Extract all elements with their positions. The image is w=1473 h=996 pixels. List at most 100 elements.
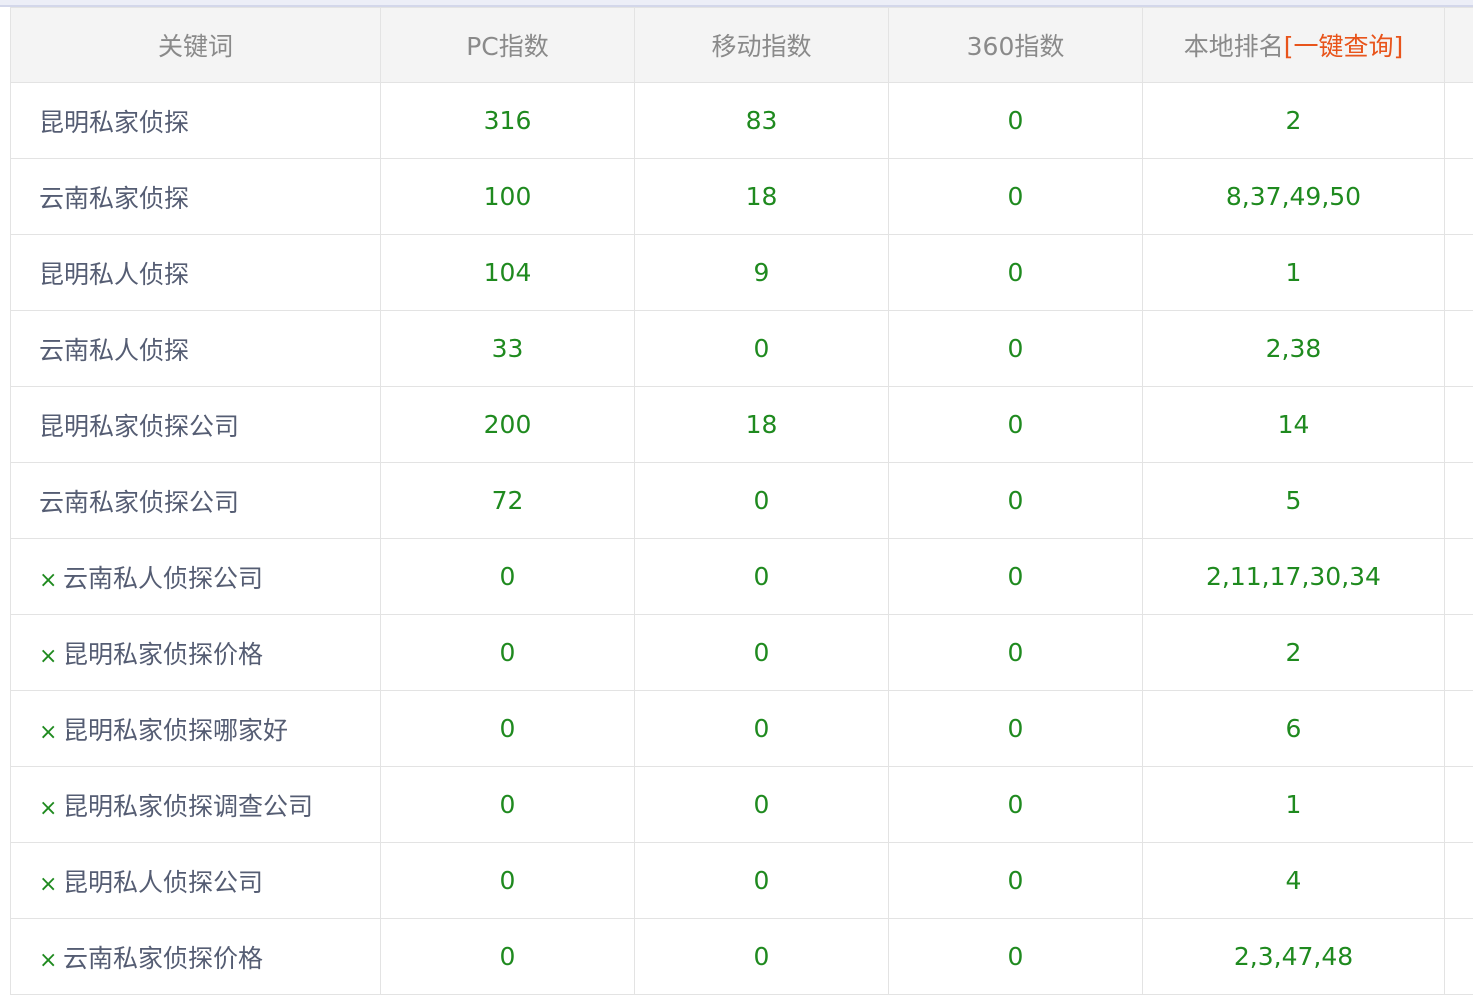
keyword-cell: 云南私人侦探 [10,310,381,387]
pc-index-cell: 316 [380,82,635,159]
extra-cell [1444,842,1473,919]
mobile-index-cell: 0 [634,918,889,995]
mobile-index-cell: 0 [634,310,889,387]
pc-index-cell: 0 [380,842,635,919]
mobile-index-cell: 0 [634,766,889,843]
pc-index-cell: 104 [380,234,635,311]
extra-cell [1444,462,1473,539]
table-row: 云南私家侦探公司 72 0 0 5 [10,462,1473,539]
mobile-index-cell: 0 [634,538,889,615]
index-360-cell: 0 [888,386,1143,463]
local-rank-cell: 14 [1142,386,1445,463]
keyword-cell: × 云南私家侦探价格 [10,918,381,995]
extra-cell [1444,386,1473,463]
keyword-text: 云南私人侦探公司 [63,563,264,593]
keyword-cell: × 昆明私人侦探公司 [10,842,381,919]
extra-cell [1444,538,1473,615]
index-360-cell: 0 [888,462,1143,539]
header-extra-column [1444,7,1473,83]
mobile-index-cell: 0 [634,614,889,691]
remove-icon[interactable]: × [39,796,57,821]
local-rank-cell: 2,38 [1142,310,1445,387]
keyword-cell: 云南私家侦探 [10,158,381,235]
pc-index-cell: 72 [380,462,635,539]
header-local-rank: 本地排名[一键查询] [1142,7,1445,83]
remove-icon[interactable]: × [39,948,57,973]
mobile-index-cell: 18 [634,158,889,235]
keyword-cell: 云南私家侦探公司 [10,462,381,539]
mobile-index-cell: 83 [634,82,889,159]
top-bar [0,0,1473,7]
extra-cell [1444,234,1473,311]
local-rank-cell: 1 [1142,766,1445,843]
pc-index-cell: 33 [380,310,635,387]
keyword-text: 云南私家侦探公司 [39,487,240,517]
index-360-cell: 0 [888,766,1143,843]
extra-cell [1444,918,1473,995]
index-360-cell: 0 [888,690,1143,767]
keyword-cell: × 昆明私家侦探哪家好 [10,690,381,767]
remove-icon[interactable]: × [39,644,57,669]
index-360-cell: 0 [888,310,1143,387]
local-rank-cell: 5 [1142,462,1445,539]
keyword-text: 昆明私家侦探 [39,107,190,137]
keyword-cell: × 昆明私家侦探价格 [10,614,381,691]
index-360-cell: 0 [888,158,1143,235]
keyword-text: 昆明私人侦探 [39,259,190,289]
table-body: 昆明私家侦探 316 83 0 2 云南私家侦探 100 18 0 8,37,49,50 昆明私人侦… [10,82,1473,995]
mobile-index-cell: 9 [634,234,889,311]
remove-icon[interactable]: × [39,568,57,593]
extra-cell [1444,310,1473,387]
table-row: 云南私人侦探 33 0 0 2,38 [10,310,1473,387]
keyword-text: 昆明私人侦探公司 [63,867,264,897]
index-360-cell: 0 [888,234,1143,311]
header-mobile-index: 移动指数 [634,7,889,83]
table-row: × 昆明私家侦探调查公司 0 0 0 1 [10,766,1473,843]
keyword-cell: × 云南私人侦探公司 [10,538,381,615]
pc-index-cell: 0 [380,614,635,691]
index-360-cell: 0 [888,918,1143,995]
keyword-text: 昆明私家侦探调查公司 [63,791,314,821]
keyword-cell: × 昆明私家侦探调查公司 [10,766,381,843]
index-360-cell: 0 [888,614,1143,691]
extra-cell [1444,614,1473,691]
keyword-text: 昆明私家侦探公司 [39,411,240,441]
table-row: × 昆明私人侦探公司 0 0 0 4 [10,842,1473,919]
extra-cell [1444,766,1473,843]
remove-icon[interactable]: × [39,872,57,897]
local-rank-cell: 2 [1142,82,1445,159]
table-row: × 云南私人侦探公司 0 0 0 2,11,17,30,34 [10,538,1473,615]
mobile-index-cell: 18 [634,386,889,463]
local-rank-cell: 6 [1142,690,1445,767]
local-rank-cell: 1 [1142,234,1445,311]
keyword-table-container: 关键词 PC指数 移动指数 360指数 本地排名[一键查询] 昆明私家侦探 316… [10,7,1473,996]
pc-index-cell: 0 [380,690,635,767]
pc-index-cell: 0 [380,766,635,843]
extra-cell [1444,158,1473,235]
keyword-text: 云南私家侦探价格 [63,943,264,973]
keyword-text: 云南私人侦探 [39,335,190,365]
table-header-row: 关键词 PC指数 移动指数 360指数 本地排名[一键查询] [10,7,1473,83]
header-local-rank-label: 本地排名 [1183,32,1284,61]
extra-cell [1444,82,1473,159]
pc-index-cell: 100 [380,158,635,235]
local-rank-cell: 2,11,17,30,34 [1142,538,1445,615]
remove-icon[interactable]: × [39,720,57,745]
keyword-cell: 昆明私家侦探公司 [10,386,381,463]
table-row: × 云南私家侦探价格 0 0 0 2,3,47,48 [10,918,1473,995]
extra-cell [1444,690,1473,767]
table-row: 云南私家侦探 100 18 0 8,37,49,50 [10,158,1473,235]
table-row: 昆明私人侦探 104 9 0 1 [10,234,1473,311]
mobile-index-cell: 0 [634,462,889,539]
header-pc-index: PC指数 [380,7,635,83]
query-all-link[interactable]: [一键查询] [1284,32,1404,61]
index-360-cell: 0 [888,82,1143,159]
index-360-cell: 0 [888,842,1143,919]
keyword-text: 昆明私家侦探哪家好 [63,715,289,745]
keyword-cell: 昆明私家侦探 [10,82,381,159]
pc-index-cell: 0 [380,918,635,995]
table-row: 昆明私家侦探公司 200 18 0 14 [10,386,1473,463]
table-row: × 昆明私家侦探哪家好 0 0 0 6 [10,690,1473,767]
table-row: × 昆明私家侦探价格 0 0 0 2 [10,614,1473,691]
header-360-index: 360指数 [888,7,1143,83]
